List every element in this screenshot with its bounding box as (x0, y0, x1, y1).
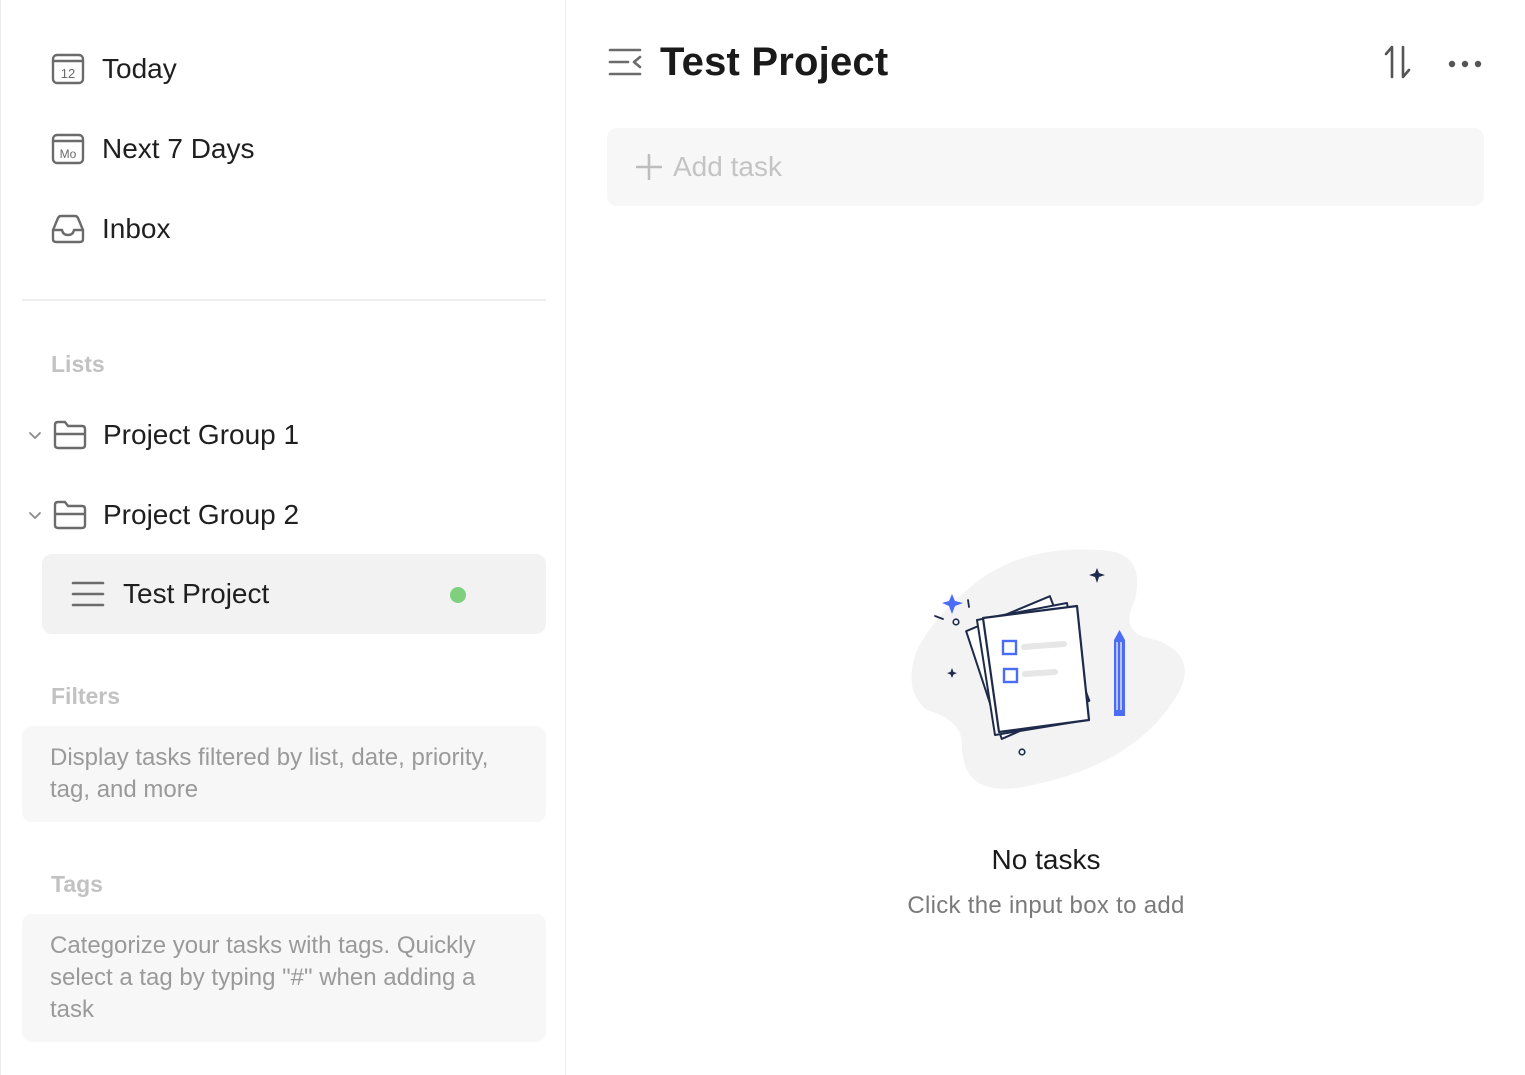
sidebar-item-label: Project Group 2 (103, 499, 300, 530)
sidebar-item-next-7-days[interactable]: Mo Next 7 Days (49, 119, 529, 179)
empty-state-subtitle: Click the input box to add (907, 892, 1185, 919)
app-window: 12 Today Mo Next 7 Days Inbox Lists Proj… (0, 0, 1525, 1075)
more-options-button[interactable] (1445, 48, 1485, 80)
calendar-week-icon: Mo (49, 130, 87, 168)
tags-hint[interactable]: Categorize your tasks with tags. Quickly… (22, 914, 546, 1042)
empty-state-illustration (907, 540, 1197, 800)
sidebar-item-test-project[interactable]: Test Project (42, 554, 546, 634)
add-task-input[interactable] (673, 151, 1453, 183)
sort-button[interactable] (1381, 44, 1415, 84)
collapse-sidebar-icon (608, 46, 642, 83)
sidebar-item-inbox[interactable]: Inbox (49, 199, 529, 259)
sidebar-item-project-group-1[interactable]: Project Group 1 (23, 405, 543, 465)
sidebar-item-label: Next 7 Days (102, 133, 255, 164)
sidebar-item-project-group-2[interactable]: Project Group 2 (23, 485, 543, 545)
project-color-dot (450, 587, 466, 603)
sidebar-item-today[interactable]: 12 Today (49, 39, 529, 99)
filters-hint[interactable]: Display tasks filtered by list, date, pr… (22, 726, 546, 822)
page-title: Test Project (660, 40, 889, 84)
sidebar-item-label: Test Project (123, 578, 270, 609)
chevron-down-icon[interactable] (23, 507, 47, 523)
folder-icon (51, 496, 89, 534)
sidebar-item-label: Today (102, 53, 177, 84)
section-title-lists: Lists (51, 351, 105, 377)
sort-icon (1383, 44, 1413, 85)
calendar-today-icon: 12 (49, 50, 87, 88)
collapse-sidebar-button[interactable] (607, 46, 643, 82)
svg-text:Mo: Mo (60, 147, 77, 161)
sidebar-item-label: Project Group 1 (103, 419, 300, 450)
empty-state-title: No tasks (991, 844, 1101, 875)
more-dots-icon (1448, 55, 1482, 73)
inbox-icon (49, 210, 87, 248)
svg-text:12: 12 (61, 66, 75, 81)
folder-icon (51, 416, 89, 454)
add-task-bar[interactable] (607, 128, 1484, 206)
sidebar-item-label: Inbox (102, 213, 171, 244)
section-title-filters: Filters (51, 683, 121, 709)
sidebar-divider (22, 299, 546, 301)
chevron-down-icon[interactable] (23, 427, 47, 443)
sidebar: 12 Today Mo Next 7 Days Inbox Lists Proj… (0, 0, 566, 1075)
section-title-tags: Tags (51, 871, 103, 897)
plus-icon (635, 153, 663, 181)
main-panel: Test Project Add task No tasks Click the… (567, 0, 1525, 1075)
list-icon (70, 576, 106, 612)
